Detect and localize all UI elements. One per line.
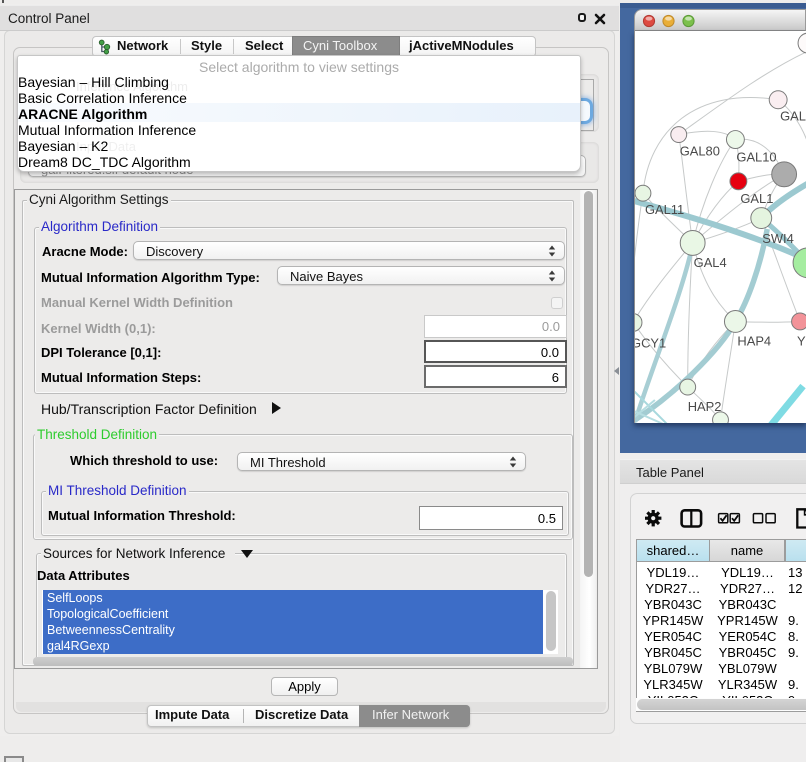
svg-text:GAL11: GAL11 <box>645 202 684 217</box>
svg-text:GCY1: GCY1 <box>634 335 666 350</box>
svg-text:HAP4: HAP4 <box>737 333 771 348</box>
svg-text:GAL10: GAL10 <box>736 149 776 164</box>
svg-text:HAP2: HAP2 <box>688 399 722 414</box>
svg-text:GAL80: GAL80 <box>680 143 720 158</box>
svg-text:Y: Y <box>797 333 806 348</box>
svg-text:SWI4: SWI4 <box>762 231 794 246</box>
svg-text:GAL1: GAL1 <box>740 191 773 206</box>
svg-text:GAL4: GAL4 <box>694 255 727 270</box>
svg-text:GAL: GAL <box>780 109 806 124</box>
